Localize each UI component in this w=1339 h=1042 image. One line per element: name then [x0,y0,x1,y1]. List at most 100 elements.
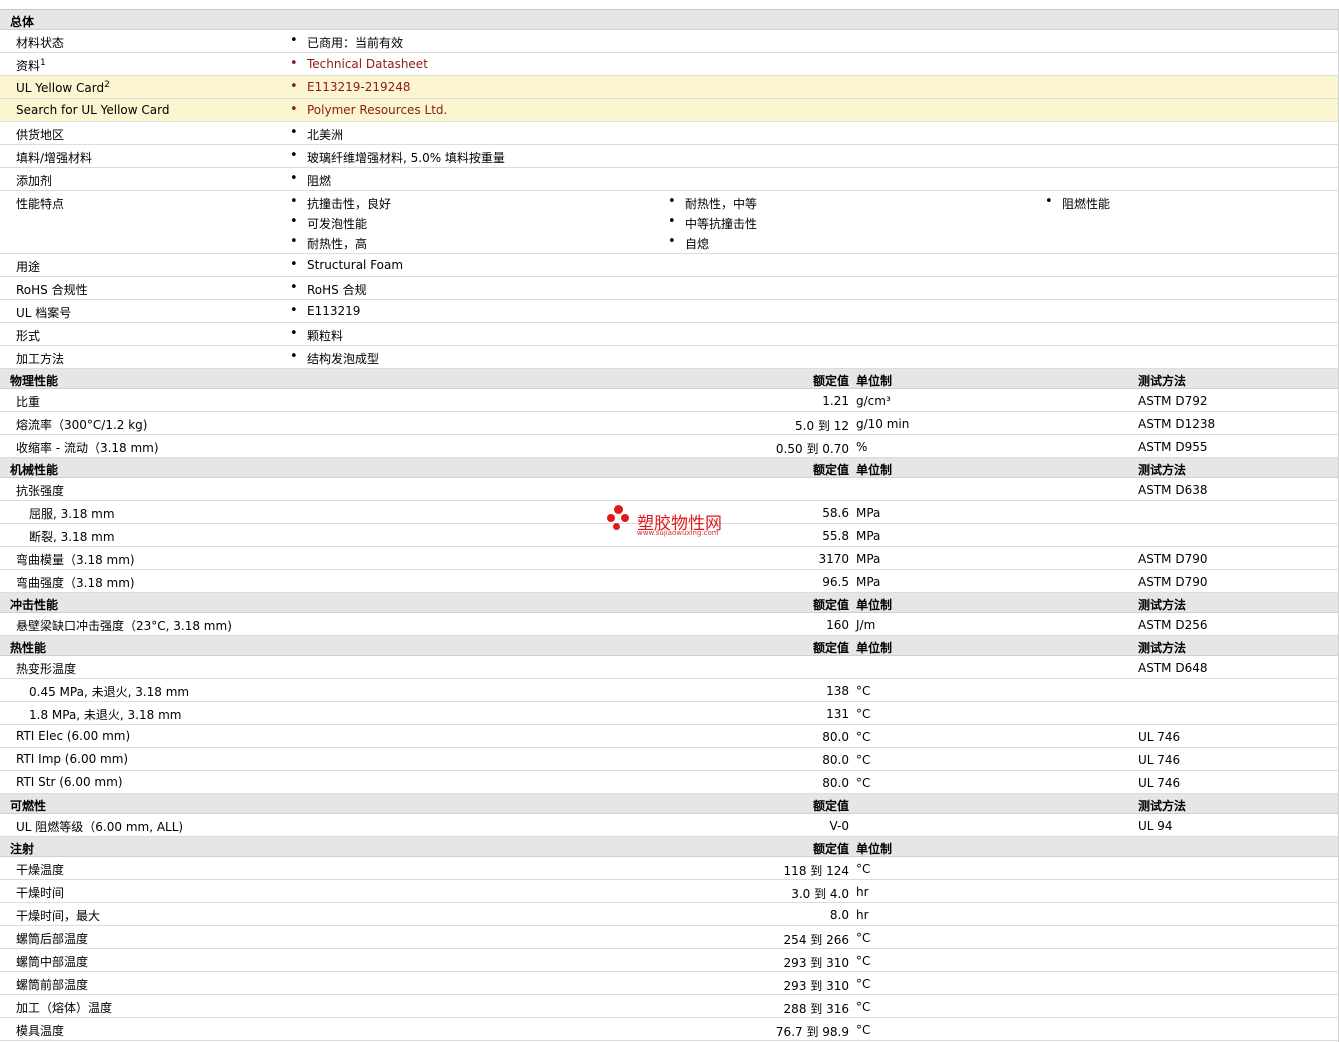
property-unit: °C [856,862,871,876]
property-label-text: 性能特点 [16,197,65,211]
property-row: 抗张强度 ASTM D638 [0,478,1339,501]
property-label: 收缩率 - 流动（3.18 mm) [16,441,159,455]
feature-item: 可发泡性能 [290,214,367,232]
top-border [0,0,1339,10]
property-value: 颗粒料 [290,326,343,344]
property-unit: J/m [856,618,876,632]
property-value: 76.7 到 98.9 [775,1025,849,1039]
property-label: 填料/增强材料 [16,149,92,166]
property-link[interactable]: E113219-219248 [290,79,410,94]
property-unit: MPa [856,552,881,566]
property-label-text: 供货地区 [16,128,65,142]
logo-dot [607,514,615,522]
section-header: 可燃性 额定值 测试方法 [0,794,1339,814]
section-header: 总体 [0,10,1339,30]
logo-dot [621,514,629,522]
feature-item: 自熄 [668,234,709,252]
property-value: 138 [826,684,849,698]
general-row: 填料/增强材料 玻璃纤维增强材料, 5.0% 填料按重量 [0,145,1339,168]
unit-header: 单位制 [856,842,893,856]
property-label: RTI Elec (6.00 mm) [16,729,131,743]
property-value: 结构发泡成型 [290,349,379,367]
property-label: 材料状态 [16,34,64,51]
general-row: UL Yellow Card2 E113219-219248 [0,76,1339,99]
feature-item: 耐热性，高 [290,234,367,252]
property-label-text: UL 档案号 [16,306,72,320]
property-row: 弯曲模量（3.18 mm) 3170 MPa ASTM D790 [0,547,1339,570]
property-row: 比重 1.21 g/cm³ ASTM D792 [0,389,1339,412]
property-value: 1.21 [822,394,849,408]
property-label-text: 形式 [16,329,41,343]
property-value: 3.0 到 4.0 [791,887,849,901]
test-method-header: 测试方法 [1138,463,1187,477]
property-label: 加工（熔体）温度 [16,1001,113,1015]
property-label: 供货地区 [16,126,64,143]
property-row: 螺筒中部温度 293 到 310 °C [0,949,1339,972]
property-row: 干燥时间，最大 8.0 hr [0,903,1339,926]
property-label-text: Search for UL Yellow Card [16,103,170,117]
property-unit: °C [856,730,871,744]
general-row: UL 档案号 E113219 [0,300,1339,323]
property-unit: hr [856,908,869,922]
general-row: 资料1 Technical Datasheet [0,53,1339,76]
property-label: 用途 [16,258,40,275]
property-row: 干燥时间 3.0 到 4.0 hr [0,880,1339,903]
test-method: ASTM D955 [1138,440,1208,454]
property-row: 熔流率（300°C/1.2 kg) 5.0 到 12 g/10 min ASTM D1… [0,412,1339,435]
property-label: UL 档案号 [16,304,71,321]
rated-value-header: 额定值 [812,598,849,612]
test-method: UL 94 [1138,819,1173,833]
section-title: 冲击性能 [10,598,59,612]
property-row: 1.8 MPa, 未退火, 3.18 mm 131 °C [0,702,1339,725]
logo-dot [613,523,620,530]
property-row: 螺筒前部温度 293 到 310 °C [0,972,1339,995]
section-title: 可燃性 [10,799,47,813]
property-label: 抗张强度 [16,484,65,498]
property-link[interactable]: Technical Datasheet [290,56,428,71]
property-label-text: 填料/增强材料 [16,151,93,165]
property-value: 96.5 [822,575,849,589]
property-row: 螺筒后部温度 254 到 266 °C [0,926,1339,949]
unit-header: 单位制 [856,598,893,612]
rated-value-header: 额定值 [812,374,849,388]
general-row: 用途 Structural Foam [0,254,1339,277]
property-value: 80.0 [822,776,849,790]
section-header: 注射 额定值 单位制 [0,837,1339,857]
property-value: 玻璃纤维增强材料, 5.0% 填料按重量 [290,148,505,166]
property-label: 螺筒中部温度 [16,955,89,969]
property-value: 5.0 到 12 [795,419,849,433]
property-label: 弯曲强度（3.18 mm) [16,576,135,590]
property-label: 1.8 MPa, 未退火, 3.18 mm [29,708,182,722]
section-title: 注射 [10,842,35,856]
property-unit: °C [856,684,871,698]
property-value: 阻燃 [290,171,331,189]
general-row: 加工方法 结构发泡成型 [0,346,1339,369]
general-row: 材料状态 已商用：当前有效 [0,30,1339,53]
property-value: E113219 [290,303,361,318]
property-label: Search for UL Yellow Card [16,103,169,117]
feature-item: 阻燃性能 [1045,194,1110,212]
general-row: 添加剂 阻燃 [0,168,1339,191]
property-unit: °C [856,1023,871,1037]
property-row: 收缩率 - 流动（3.18 mm) 0.50 到 0.70% ASTM D955 [0,435,1339,458]
property-value: 254 到 266 [783,933,849,947]
feature-item: 中等抗撞击性 [668,214,757,232]
rated-value-header: 额定值 [812,641,849,655]
watermark-logo: 塑胶物性网 www.sujiaowuxing.com [606,503,736,543]
rated-value-header: 额定值 [812,463,849,477]
test-method: UL 746 [1138,730,1181,744]
rated-value-header: 额定值 [812,799,849,813]
footnote-marker: 1 [40,58,46,68]
property-label: 干燥时间 [16,886,65,900]
property-value: V-0 [829,819,849,833]
property-value: 55.8 [822,529,849,543]
property-label: 形式 [16,327,40,344]
general-row: 形式 颗粒料 [0,323,1339,346]
property-link[interactable]: Polymer Resources Ltd. [290,102,447,117]
property-label: 螺筒前部温度 [16,978,89,992]
property-row: 0.45 MPa, 未退火, 3.18 mm 138 °C [0,679,1339,702]
property-row: 加工（熔体）温度 288 到 316 °C [0,995,1339,1018]
property-label: 弯曲模量（3.18 mm) [16,553,135,567]
general-row: 性能特点 抗撞击性，良好可发泡性能耐热性，高 耐热性，中等中等抗撞击性自熄 阻燃性能 [0,191,1339,254]
property-value: 3170 [818,552,849,566]
